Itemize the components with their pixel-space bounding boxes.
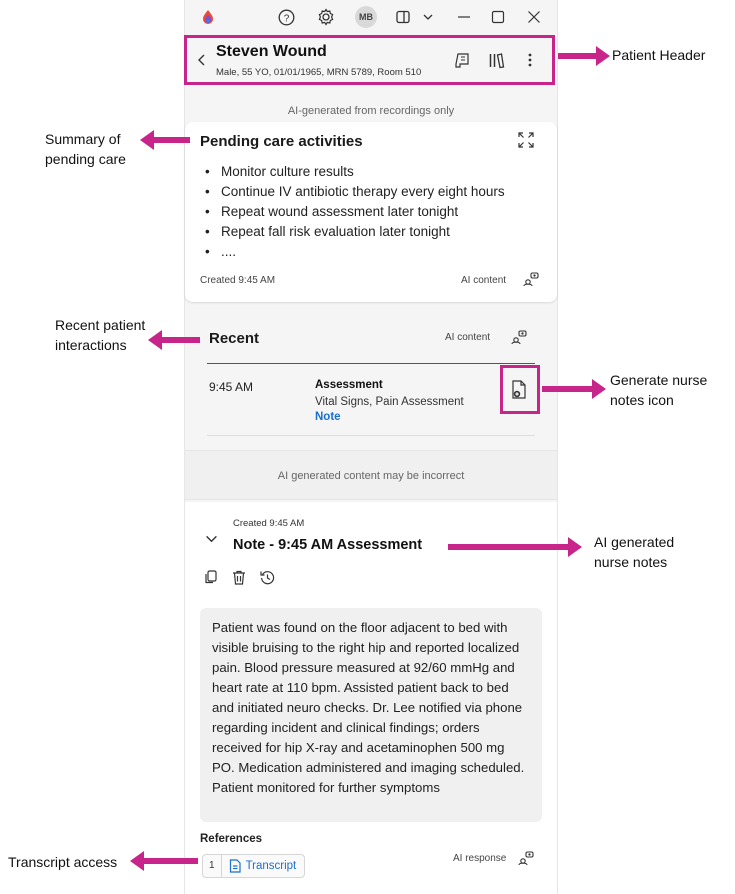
- ai-content-label: AI content: [461, 275, 507, 286]
- ai-content-label: AI content: [445, 332, 491, 343]
- ai-feedback-icon[interactable]: [511, 330, 527, 345]
- list-item: Monitor culture results: [205, 162, 505, 182]
- annotation-transcript: Transcript access: [8, 854, 118, 870]
- delete-icon[interactable]: [232, 570, 248, 586]
- chevron-down-icon[interactable]: [419, 8, 437, 26]
- annotation-generate: Generate nurse notes icon: [610, 372, 708, 408]
- annotation-arrow: [148, 330, 200, 350]
- pending-care-card: Pending care activities Monitor culture …: [185, 122, 557, 302]
- svg-text:?: ?: [283, 13, 289, 24]
- annotation-arrow: [130, 851, 198, 871]
- transcript-link[interactable]: Transcript: [246, 860, 305, 872]
- list-item: ....: [205, 242, 505, 262]
- ai-response-label: AI response: [453, 853, 507, 864]
- transcript-reference-chip[interactable]: 1 Transcript: [202, 854, 306, 878]
- created-timestamp: Created 9:45 AM: [200, 275, 276, 286]
- ai-feedback-icon[interactable]: [523, 272, 539, 287]
- annotation-summary: Summary of pending care: [45, 131, 126, 167]
- copy-icon[interactable]: [204, 570, 220, 586]
- reference-number: 1: [203, 855, 222, 877]
- annotation-arrow: [448, 537, 582, 557]
- interaction-detail: Vital Signs, Pain Assessment: [315, 396, 464, 408]
- expand-icon[interactable]: [518, 132, 534, 148]
- note-link[interactable]: Note: [315, 411, 341, 423]
- close-icon[interactable]: [525, 8, 543, 26]
- pending-care-title: Pending care activities: [200, 133, 363, 150]
- maximize-icon[interactable]: [489, 8, 507, 26]
- ai-note-card: Created 9:45 AM Note - 9:45 AM Assessmen…: [185, 502, 557, 894]
- divider: [207, 363, 535, 364]
- references-label: References: [200, 833, 263, 845]
- annotation-arrow: [542, 379, 606, 399]
- interaction-type: Assessment: [315, 379, 383, 391]
- annotation-recent: Recent patient interactions: [55, 317, 146, 353]
- help-icon[interactable]: ?: [277, 8, 295, 26]
- annotation-arrow: [140, 130, 190, 150]
- app-window: ? MB Steven Wound Male, 55 YO, 01/01/196…: [184, 0, 558, 894]
- title-bar: ? MB: [185, 0, 557, 34]
- generate-notes-highlight: [500, 365, 540, 414]
- ai-generated-notice: AI-generated from recordings only: [287, 105, 455, 117]
- history-icon[interactable]: [260, 570, 276, 586]
- settings-icon[interactable]: [317, 8, 335, 26]
- note-title: Note - 9:45 AM Assessment: [233, 537, 423, 553]
- note-toolbar: [204, 570, 276, 586]
- pending-care-list: Monitor culture results Continue IV anti…: [205, 162, 505, 262]
- patient-header-highlight: [184, 35, 555, 85]
- minimize-icon[interactable]: [455, 8, 473, 26]
- note-body: Patient was found on the floor adjacent …: [200, 608, 542, 822]
- ai-disclaimer: AI generated content may be incorrect: [277, 470, 465, 482]
- divider: [207, 435, 535, 436]
- annotation-arrow: [558, 46, 610, 66]
- list-item: Repeat wound assessment later tonight: [205, 202, 505, 222]
- avatar[interactable]: MB: [355, 6, 377, 28]
- note-created-timestamp: Created 9:45 AM: [233, 518, 305, 529]
- ai-feedback-icon[interactable]: [518, 851, 534, 866]
- document-icon: [228, 859, 242, 873]
- annotation-ai-notes: AI generated nurse notes: [594, 534, 675, 570]
- annotation-patient-header: Patient Header: [612, 47, 706, 63]
- app-logo-icon: [199, 8, 217, 26]
- panel-icon[interactable]: [394, 8, 412, 26]
- collapse-chevron-icon[interactable]: [205, 532, 218, 548]
- list-item: Continue IV antibiotic therapy every eig…: [205, 182, 505, 202]
- recent-title: Recent: [209, 330, 260, 347]
- list-item: Repeat fall risk evaluation later tonigh…: [205, 222, 505, 242]
- interaction-time: 9:45 AM: [209, 380, 254, 394]
